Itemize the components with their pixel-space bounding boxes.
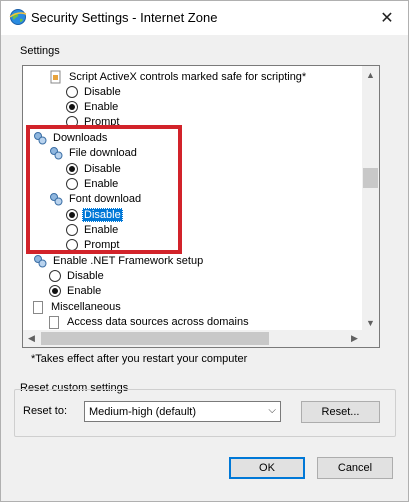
scroll-right-icon[interactable]: ▶ bbox=[346, 330, 363, 347]
vertical-scroll-thumb[interactable] bbox=[363, 168, 378, 188]
title-bar: Security Settings - Internet Zone ✕ bbox=[1, 1, 408, 35]
list-item[interactable]: Script ActiveX controls marked safe for … bbox=[49, 69, 308, 85]
list-item-label: Access data sources across domains bbox=[67, 316, 249, 328]
list-category-miscellaneous[interactable]: Miscellaneous bbox=[33, 299, 123, 315]
script-setting-icon bbox=[49, 70, 63, 84]
close-icon: ✕ bbox=[380, 10, 394, 27]
reset-button[interactable]: Reset... bbox=[301, 401, 380, 423]
horizontal-scroll-thumb[interactable] bbox=[41, 332, 269, 345]
radio-button[interactable] bbox=[66, 86, 78, 98]
reset-level-select[interactable]: Medium-high (default) ⌵ bbox=[84, 401, 281, 422]
radio-button[interactable] bbox=[66, 101, 78, 113]
scroll-down-icon[interactable]: ▼ bbox=[362, 314, 379, 331]
radio-button[interactable] bbox=[49, 285, 61, 297]
list-item-label: Disable bbox=[67, 270, 104, 282]
list-item[interactable]: Enable bbox=[49, 283, 103, 299]
list-item-label: Disable bbox=[84, 86, 121, 98]
list-item[interactable]: Enable bbox=[66, 99, 120, 115]
reset-level-value: Medium-high (default) bbox=[89, 405, 196, 418]
window-title: Security Settings - Internet Zone bbox=[31, 10, 218, 25]
vertical-scrollbar[interactable]: ▲ ▼ bbox=[362, 66, 379, 331]
horizontal-scrollbar[interactable]: ◀ ▶ bbox=[23, 330, 363, 347]
list-item[interactable]: Disable bbox=[66, 84, 123, 100]
radio-button[interactable] bbox=[49, 270, 61, 282]
reset-to-label: Reset to: bbox=[23, 405, 68, 417]
scroll-up-icon[interactable]: ▲ bbox=[362, 66, 379, 83]
settings-category-icon bbox=[33, 254, 47, 268]
list-item[interactable]: Access data sources across domains bbox=[49, 314, 251, 330]
list-item-label: Enable .NET Framework setup bbox=[53, 255, 204, 267]
internet-globe-icon bbox=[9, 8, 27, 26]
list-subcategory-dotnet-setup[interactable]: Enable .NET Framework setup bbox=[33, 253, 205, 269]
page-icon bbox=[49, 315, 59, 329]
list-item[interactable]: Disable bbox=[49, 268, 106, 284]
list-item-label: Script ActiveX controls marked safe for … bbox=[69, 71, 307, 83]
list-item-label: Enable bbox=[67, 285, 102, 297]
list-item-label: Miscellaneous bbox=[51, 301, 121, 313]
restart-note: *Takes effect after you restart your com… bbox=[31, 353, 248, 365]
scrollbar-corner bbox=[362, 330, 379, 347]
chevron-down-icon: ⌵ bbox=[268, 405, 276, 416]
scroll-left-icon[interactable]: ◀ bbox=[23, 330, 40, 347]
cancel-button[interactable]: Cancel bbox=[317, 457, 393, 479]
page-icon bbox=[33, 300, 43, 314]
close-button[interactable]: ✕ bbox=[372, 4, 402, 32]
security-settings-dialog: Security Settings - Internet Zone ✕ Sett… bbox=[0, 0, 409, 502]
annotation-highlight-box bbox=[26, 125, 182, 254]
ok-button[interactable]: OK bbox=[229, 457, 305, 479]
list-item-label: Enable bbox=[84, 101, 119, 113]
